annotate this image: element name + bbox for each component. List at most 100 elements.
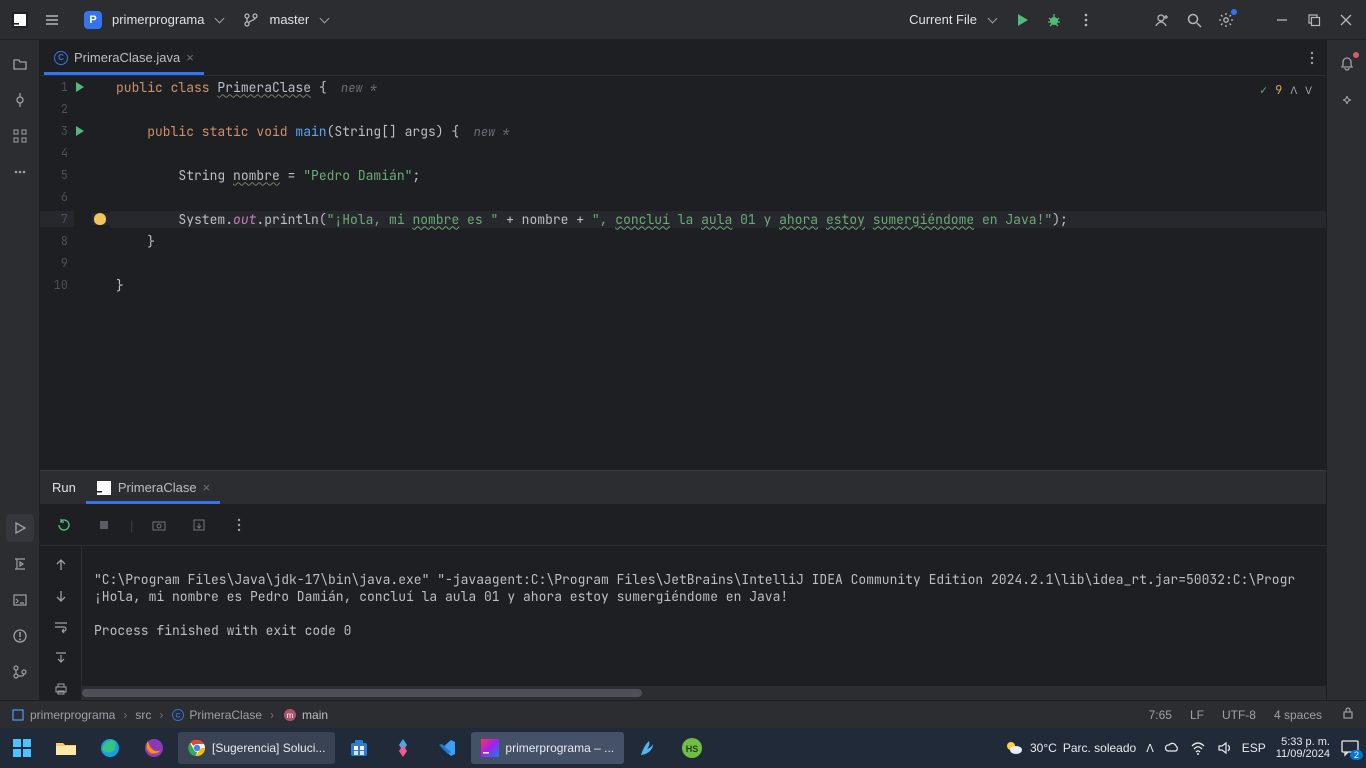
run-config-selector[interactable]: Current File xyxy=(897,8,1004,31)
chevron-down-icon xyxy=(319,12,328,27)
problems-tool-button[interactable] xyxy=(6,622,34,650)
code-with-me-button[interactable] xyxy=(1148,6,1176,34)
scroll-down-button[interactable] xyxy=(47,585,75,606)
java-class-icon xyxy=(54,51,68,65)
run-config-label: Current File xyxy=(905,12,981,27)
main-menu-button[interactable] xyxy=(38,6,66,34)
weather-widget[interactable]: 30°C Parc. soleado xyxy=(1004,738,1136,758)
warnings-count: 9 xyxy=(1275,82,1282,98)
window-close-button[interactable] xyxy=(1332,6,1360,34)
rerun-button[interactable] xyxy=(50,511,78,539)
breadcrumb-item[interactable]: primerprograma xyxy=(30,708,115,722)
line-number: 8 xyxy=(40,233,74,249)
app-logo xyxy=(6,6,34,34)
vcs-tool-button[interactable] xyxy=(6,658,34,686)
inspection-widget[interactable]: ✓ 9 ᐱ ᐯ xyxy=(1260,82,1312,98)
commit-tool-button[interactable] xyxy=(6,86,34,114)
action-center-button[interactable]: 2 xyxy=(1340,739,1360,757)
tray-chevron-icon[interactable]: ᐱ xyxy=(1146,742,1154,755)
status-bar: primerprograma src PrimeraClase m main 7… xyxy=(0,700,1366,728)
close-icon[interactable]: × xyxy=(186,50,194,65)
line-number: 6 xyxy=(40,189,74,205)
chevron-up-icon[interactable]: ᐱ xyxy=(1290,84,1297,97)
file-encoding[interactable]: UTF-8 xyxy=(1222,708,1256,722)
start-button[interactable] xyxy=(0,728,44,768)
weather-temp: 30°C xyxy=(1030,741,1057,755)
more-actions-button[interactable] xyxy=(1072,6,1100,34)
scroll-to-end-button[interactable] xyxy=(47,648,75,669)
horizontal-scrollbar[interactable] xyxy=(82,686,1326,700)
chevron-down-icon[interactable]: ᐯ xyxy=(1305,84,1312,97)
windows-taskbar: [Sugerencia] Soluci... primerprograma – … xyxy=(0,728,1366,768)
console-line: "C:\Program Files\Java\jdk-17\bin\java.e… xyxy=(94,571,1295,588)
line-number: 4 xyxy=(40,145,74,161)
input-language[interactable]: ESP xyxy=(1242,741,1266,755)
print-button[interactable] xyxy=(47,679,75,700)
screenshot-button[interactable] xyxy=(145,511,173,539)
close-icon[interactable]: × xyxy=(203,480,211,495)
run-button[interactable] xyxy=(1008,6,1036,34)
breadcrumb-item[interactable]: main xyxy=(302,708,328,722)
taskbar-explorer[interactable] xyxy=(46,732,86,764)
run-tool-window: Run PrimeraClase × | xyxy=(40,470,1326,700)
line-separator[interactable]: LF xyxy=(1190,708,1204,722)
taskbar-app-label: primerprograma – ... xyxy=(505,741,614,755)
method-icon: m xyxy=(282,707,298,723)
code-editor[interactable]: 1 public class PrimeraClase { new * 2 3 … xyxy=(40,76,1326,470)
project-selector[interactable]: P primerprograma xyxy=(70,7,231,33)
taskbar-intellij[interactable]: primerprograma – ... xyxy=(471,732,624,764)
taskbar-app-generic2[interactable] xyxy=(628,732,668,764)
taskbar-app-hs[interactable]: HS xyxy=(672,732,712,764)
intention-bulb-icon[interactable] xyxy=(94,213,106,225)
taskbar-vscode[interactable] xyxy=(427,732,467,764)
system-tray: 30°C Parc. soleado ᐱ ESP 5:33 p. m. 11/0… xyxy=(1004,736,1366,760)
project-tool-button[interactable] xyxy=(6,50,34,78)
vcs-branch-selector[interactable]: master xyxy=(235,8,336,32)
export-button[interactable] xyxy=(185,511,213,539)
taskbar-app-generic1[interactable] xyxy=(383,732,423,764)
volume-icon[interactable] xyxy=(1216,740,1232,756)
structure-tool-button[interactable] xyxy=(6,122,34,150)
breadcrumb-item[interactable]: PrimeraClase xyxy=(189,708,262,722)
clock[interactable]: 5:33 p. m. 11/09/2024 xyxy=(1276,736,1330,760)
onedrive-icon[interactable] xyxy=(1164,740,1180,756)
window-maximize-button[interactable] xyxy=(1300,6,1328,34)
settings-button[interactable] xyxy=(1212,6,1240,34)
run-gutter-icon[interactable] xyxy=(76,82,84,92)
editor-tab[interactable]: PrimeraClase.java × xyxy=(44,40,204,75)
readonly-lock-icon[interactable] xyxy=(1340,705,1356,724)
taskbar-app-label: [Sugerencia] Soluci... xyxy=(212,741,325,755)
svg-text:m: m xyxy=(287,711,294,720)
taskbar-edge[interactable] xyxy=(90,732,130,764)
caret-position[interactable]: 7:65 xyxy=(1149,708,1172,722)
breadcrumb[interactable]: primerprograma src PrimeraClase m main xyxy=(10,707,328,723)
ai-assistant-tool-button[interactable] xyxy=(1333,86,1361,114)
services-tool-button[interactable] xyxy=(6,550,34,578)
window-minimize-button[interactable] xyxy=(1268,6,1296,34)
run-window-title: Run xyxy=(52,480,76,495)
project-badge: P xyxy=(84,11,102,29)
soft-wrap-button[interactable] xyxy=(47,616,75,637)
breadcrumb-item[interactable]: src xyxy=(135,708,151,722)
taskbar-chrome[interactable]: [Sugerencia] Soluci... xyxy=(178,732,335,764)
run-config-tab[interactable]: PrimeraClase × xyxy=(86,471,220,504)
indent-info[interactable]: 4 spaces xyxy=(1274,708,1322,722)
more-tools-button[interactable] xyxy=(6,158,34,186)
run-more-options[interactable] xyxy=(225,511,253,539)
terminal-tool-button[interactable] xyxy=(6,586,34,614)
run-gutter-icon[interactable] xyxy=(76,126,84,136)
taskbar-msstore[interactable] xyxy=(339,732,379,764)
stop-button[interactable] xyxy=(90,511,118,539)
notifications-tool-button[interactable] xyxy=(1333,50,1361,78)
taskbar-firefox[interactable] xyxy=(134,732,174,764)
chevron-down-icon xyxy=(987,12,996,27)
left-toolwindow-bar xyxy=(0,40,40,700)
right-toolwindow-bar xyxy=(1326,40,1366,700)
run-tool-button[interactable] xyxy=(6,514,34,542)
editor-tab-options[interactable] xyxy=(1298,44,1326,72)
console-output[interactable]: "C:\Program Files\Java\jdk-17\bin\java.e… xyxy=(82,546,1326,686)
debug-button[interactable] xyxy=(1040,6,1068,34)
scroll-up-button[interactable] xyxy=(47,554,75,575)
wifi-icon[interactable] xyxy=(1190,740,1206,756)
search-button[interactable] xyxy=(1180,6,1208,34)
